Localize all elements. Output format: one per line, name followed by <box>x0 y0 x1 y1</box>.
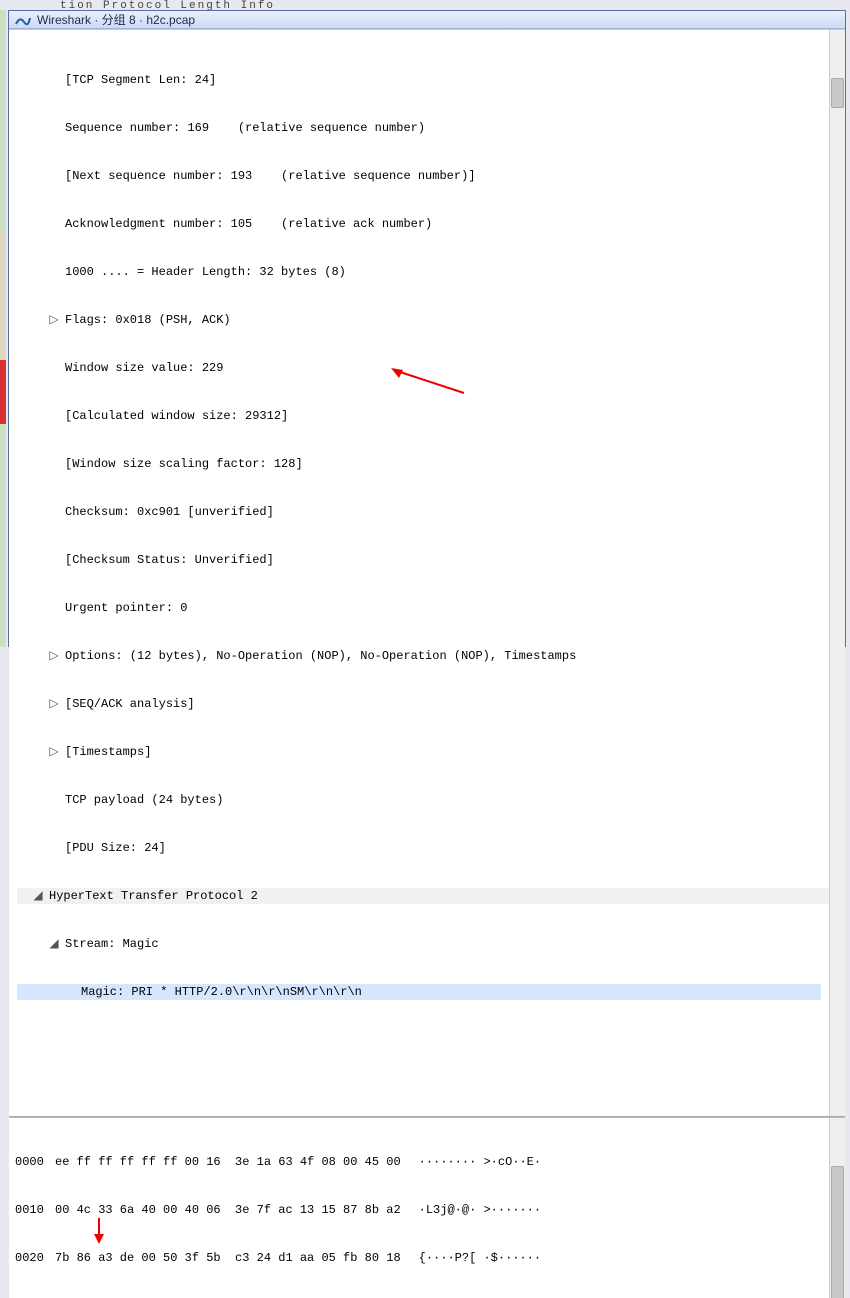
packet-details-tree[interactable]: [TCP Segment Len: 24] Sequence number: 1… <box>9 29 845 1117</box>
titlebar[interactable]: Wireshark · 分组 8 · h2c.pcap <box>9 11 845 29</box>
annotation-arrow-2 <box>87 1216 117 1244</box>
tree-flags[interactable]: ▷Flags: 0x018 (PSH, ACK) <box>17 312 837 328</box>
hex-dump-pane[interactable]: 0000ee ff ff ff ff ff 00 16 3e 1a 63 4f … <box>9 1117 845 1298</box>
tree-urgent[interactable]: Urgent pointer: 0 <box>17 600 837 616</box>
tree-tcp-payload[interactable]: TCP payload (24 bytes) <box>17 792 837 808</box>
collapse-icon[interactable]: ◢ <box>31 888 45 904</box>
tree-checksum[interactable]: Checksum: 0xc901 [unverified] <box>17 504 837 520</box>
tree-calcwin[interactable]: [Calculated window size: 29312] <box>17 408 837 424</box>
expand-icon[interactable]: ▷ <box>47 744 61 760</box>
tree-magic-value[interactable]: Magic: PRI * HTTP/2.0\r\n\r\nSM\r\n\r\n <box>17 984 821 1000</box>
tree-pdusize[interactable]: [PDU Size: 24] <box>17 840 837 856</box>
collapse-icon[interactable]: ◢ <box>47 936 61 952</box>
tree-acknum[interactable]: Acknowledgment number: 105 (relative ack… <box>17 216 837 232</box>
tree-http2-protocol[interactable]: ◢HyperText Transfer Protocol 2 <box>17 888 837 904</box>
scrollbar-thumb[interactable] <box>831 78 844 108</box>
tree-winscale[interactable]: [Window size scaling factor: 128] <box>17 456 837 472</box>
packet-color-stripe <box>0 10 6 647</box>
window-title: Wireshark · 分组 8 · h2c.pcap <box>37 11 195 28</box>
tree-checksum-status[interactable]: [Checksum Status: Unverified] <box>17 552 837 568</box>
details-scrollbar[interactable] <box>829 30 845 1116</box>
tree-options[interactable]: ▷Options: (12 bytes), No-Operation (NOP)… <box>17 648 837 664</box>
tree-tcp-seglen[interactable]: [TCP Segment Len: 24] <box>17 72 837 88</box>
tree-nextseq[interactable]: [Next sequence number: 193 (relative seq… <box>17 168 837 184</box>
expand-icon[interactable]: ▷ <box>47 648 61 664</box>
tree-timestamps[interactable]: ▷[Timestamps] <box>17 744 837 760</box>
hex-scrollbar[interactable] <box>829 1118 845 1298</box>
tree-seqack[interactable]: ▷[SEQ/ACK analysis] <box>17 696 837 712</box>
wireshark-app-icon <box>15 12 31 28</box>
tree-seqnum[interactable]: Sequence number: 169 (relative sequence … <box>17 120 837 136</box>
scrollbar-thumb[interactable] <box>831 1166 844 1298</box>
hex-row[interactable]: 001000 4c 33 6a 40 00 40 06 3e 7f ac 13 … <box>15 1202 839 1218</box>
expand-icon[interactable]: ▷ <box>47 696 61 712</box>
wireshark-packet-window: Wireshark · 分组 8 · h2c.pcap [TCP Segment… <box>8 10 846 647</box>
expand-icon[interactable]: ▷ <box>47 312 61 328</box>
annotation-arrow-1 <box>389 368 469 398</box>
hex-row[interactable]: 0000ee ff ff ff ff ff 00 16 3e 1a 63 4f … <box>15 1154 839 1170</box>
hex-row[interactable]: 00207b 86 a3 de 00 50 3f 5b c3 24 d1 aa … <box>15 1250 839 1266</box>
tree-headerlen[interactable]: 1000 .... = Header Length: 32 bytes (8) <box>17 264 837 280</box>
tree-stream-magic[interactable]: ◢Stream: Magic <box>17 936 837 952</box>
